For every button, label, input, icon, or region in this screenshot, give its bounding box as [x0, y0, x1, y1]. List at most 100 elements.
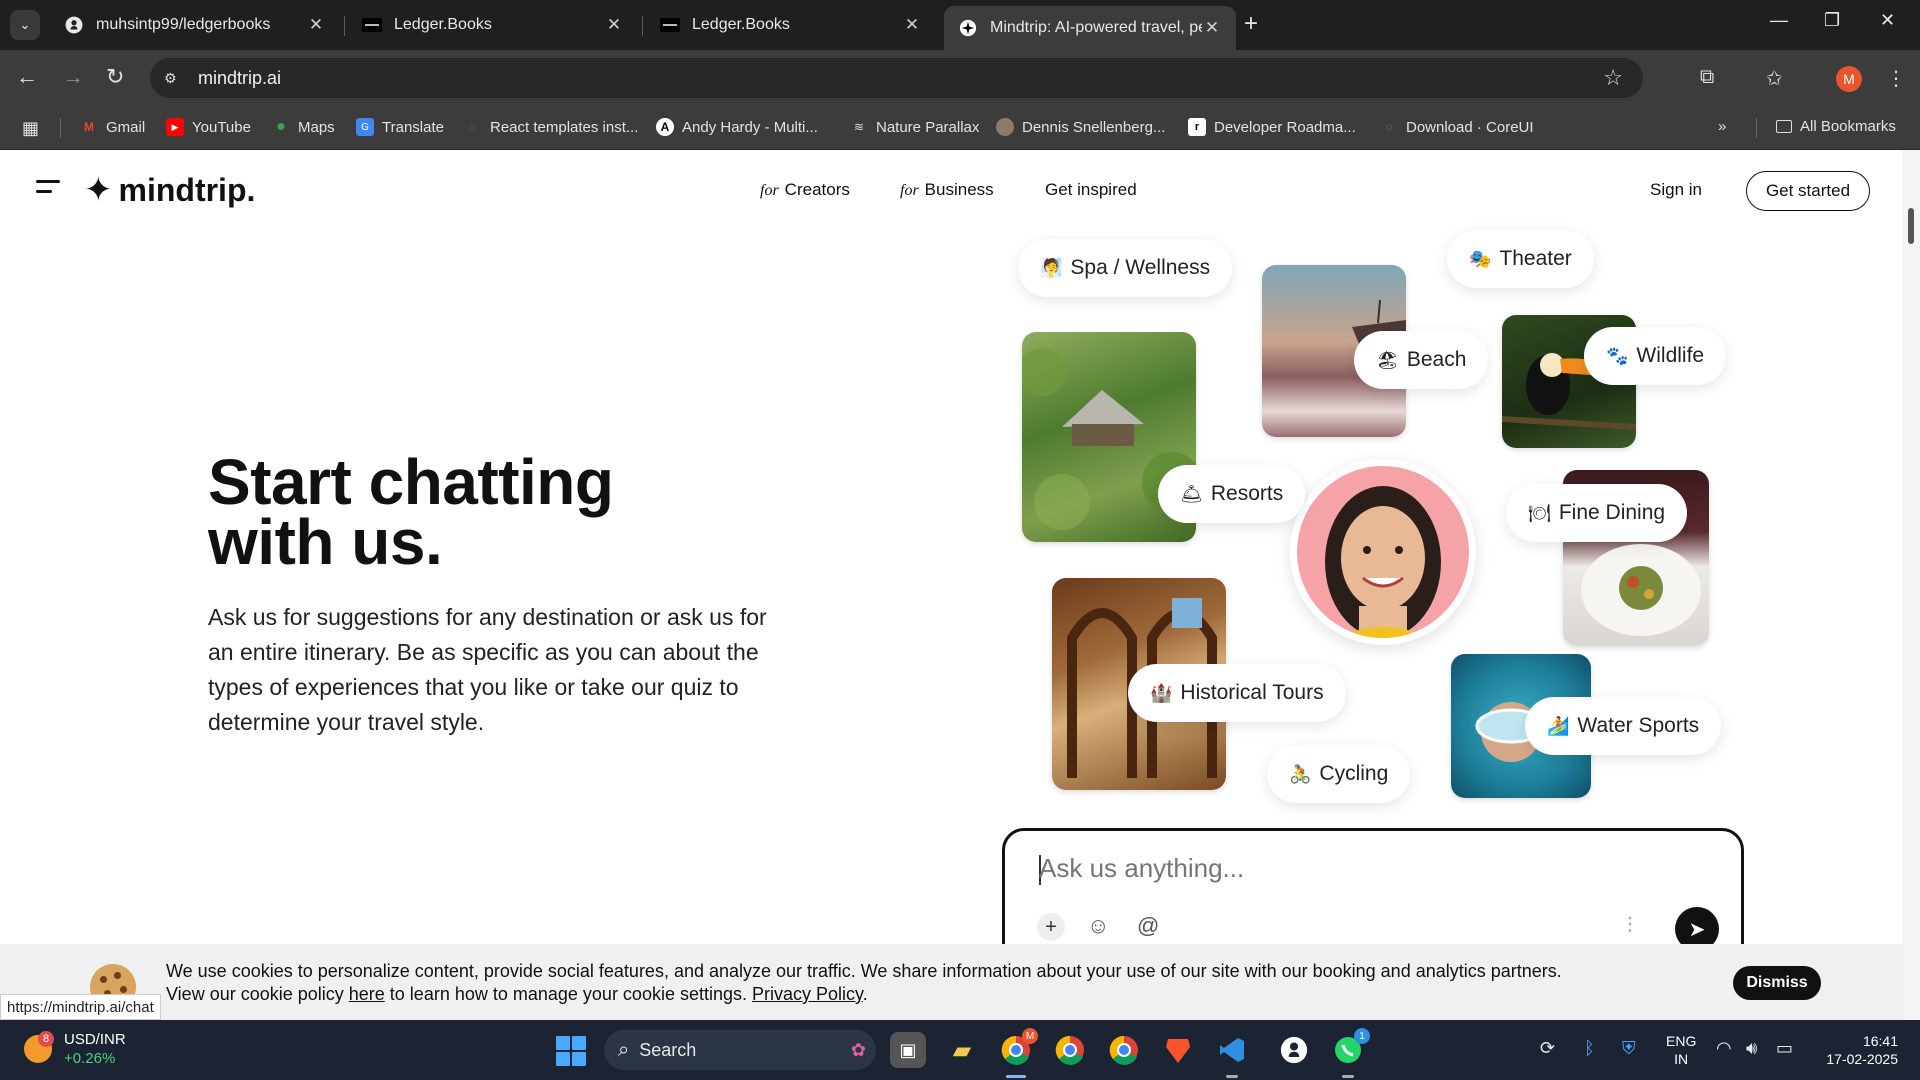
site-info-icon[interactable]: ⚙: [164, 70, 188, 87]
bluetooth-icon[interactable]: ᛒ: [1584, 1038, 1595, 1059]
apps-grid-icon[interactable]: ▦: [22, 118, 39, 139]
bookmark-react-templates[interactable]: ◌ React templates inst...: [464, 118, 638, 136]
hero-title: Start chatting with us.: [208, 450, 614, 574]
bookmarks-manager-icon[interactable]: ✩: [1766, 66, 1783, 91]
chrome-profile-icon[interactable]: M: [998, 1028, 1038, 1068]
nav-business[interactable]: for Business: [900, 180, 994, 200]
bookmark-dennis[interactable]: Dennis Snellenberg...: [996, 118, 1165, 136]
bookmark-star-icon[interactable]: ☆: [1603, 65, 1623, 91]
category-pill-cycling[interactable]: 🚴 Cycling: [1267, 745, 1411, 803]
category-pill-resorts[interactable]: 🛎 Resorts: [1158, 465, 1306, 523]
vscode-icon[interactable]: [1214, 1032, 1250, 1068]
cookie-policy-link[interactable]: here: [349, 984, 385, 1004]
bookmark-developer-roadmap[interactable]: r Developer Roadma...: [1188, 118, 1356, 136]
file-explorer-icon[interactable]: ▰: [944, 1032, 980, 1068]
minimize-icon[interactable]: —: [1770, 10, 1788, 31]
chrome-icon[interactable]: [1052, 1032, 1088, 1068]
tab-github[interactable]: muhsintp99/ledgerbooks ✕: [50, 6, 340, 44]
tab-ledger-2[interactable]: Ledger.Books ✕: [646, 6, 936, 44]
category-pill-water-sports[interactable]: 🏄 Water Sports: [1525, 697, 1722, 755]
active-app-indicator: [1006, 1075, 1026, 1078]
category-pill-spa-wellness[interactable]: 🧖 Spa / Wellness: [1018, 239, 1233, 297]
tab-ledger-1[interactable]: Ledger.Books ✕: [348, 6, 638, 44]
dismiss-button[interactable]: Dismiss: [1733, 966, 1821, 1000]
bookmark-label: Download · CoreUI: [1406, 118, 1534, 136]
bookmark-maps[interactable]: ● Maps: [272, 118, 335, 136]
extensions-icon[interactable]: ⧉: [1700, 66, 1714, 89]
brave-icon[interactable]: [1160, 1032, 1196, 1068]
add-attachment-icon[interactable]: +: [1037, 913, 1065, 941]
currency-widget[interactable]: 8 USD/INR +0.26%: [24, 1030, 126, 1068]
browser-toolbar: ← → ↻ ⚙ mindtrip.ai ☆ ⧉ ✩ M ⋮: [0, 50, 1920, 108]
privacy-policy-link[interactable]: Privacy Policy: [752, 984, 863, 1004]
nav-label: Creators: [784, 180, 850, 199]
url-text[interactable]: mindtrip.ai: [198, 68, 281, 89]
restore-icon[interactable]: ❐: [1824, 10, 1840, 31]
windows-start-icon[interactable]: [556, 1036, 586, 1066]
close-icon[interactable]: ✕: [902, 15, 922, 35]
sync-icon[interactable]: ⟳: [1540, 1038, 1555, 1059]
back-icon[interactable]: ←: [16, 64, 38, 90]
category-pill-historical-tours[interactable]: 🏰 Historical Tours: [1128, 664, 1346, 722]
bookmark-coreui[interactable]: ◌ Download · CoreUI: [1380, 118, 1534, 136]
task-view-icon[interactable]: ▣: [890, 1032, 926, 1068]
cookie-line: We use cookies to personalize content, p…: [166, 961, 1562, 981]
bookmark-translate[interactable]: G Translate: [356, 118, 444, 136]
ledger-icon: [362, 15, 382, 35]
security-shield-icon[interactable]: ⛨: [1622, 1038, 1636, 1059]
mention-icon[interactable]: @: [1137, 913, 1159, 939]
menu-kebab-icon[interactable]: ⋮: [1886, 66, 1906, 91]
bookmark-nature-parallax[interactable]: ≋ Nature Parallax: [850, 118, 979, 136]
search-label: Search: [639, 1039, 697, 1060]
address-bar[interactable]: ⚙ mindtrip.ai ☆: [150, 58, 1643, 98]
close-icon[interactable]: ✕: [1202, 18, 1222, 38]
forward-icon[interactable]: →: [62, 64, 84, 90]
github-icon: [64, 15, 84, 35]
spa-icon: 🧖: [1040, 257, 1063, 278]
chat-input[interactable]: [1039, 853, 1639, 884]
sign-in-link[interactable]: Sign in: [1650, 180, 1702, 200]
chrome-icon[interactable]: [1106, 1032, 1142, 1068]
window-close-icon[interactable]: ✕: [1880, 10, 1895, 31]
new-tab-button[interactable]: +: [1244, 12, 1258, 36]
coreui-icon: ◌: [1385, 120, 1393, 134]
bookmarks-overflow-icon[interactable]: »: [1718, 118, 1726, 135]
voice-waveform-icon[interactable]: ⫶: [1627, 913, 1633, 939]
bookmark-separator: [1756, 118, 1757, 138]
github-desktop-icon[interactable]: [1276, 1032, 1312, 1068]
mindtrip-logo[interactable]: ✦ mindtrip.: [84, 170, 255, 210]
bookmark-gmail[interactable]: M Gmail: [80, 118, 145, 136]
globe-icon: ◌: [469, 120, 477, 134]
tab-mindtrip[interactable]: Mindtrip: AI-powered travel, pe ✕: [944, 6, 1236, 50]
bellhop-bell-icon: 🛎: [1180, 483, 1203, 504]
tab-search-button[interactable]: ⌄: [10, 10, 40, 40]
close-icon[interactable]: ✕: [604, 15, 624, 35]
nav-creators[interactable]: for Creators: [760, 180, 850, 200]
bookmark-label: Translate: [382, 118, 444, 136]
nav-get-inspired[interactable]: Get inspired: [1045, 180, 1137, 200]
category-pill-wildlife[interactable]: 🐾 Wildlife: [1584, 327, 1727, 385]
category-pill-beach[interactable]: 🏖 Beach: [1354, 331, 1489, 389]
whatsapp-icon[interactable]: 1: [1330, 1028, 1370, 1068]
taskbar-search[interactable]: ⌕ Search ✿: [604, 1030, 876, 1070]
category-label: Fine Dining: [1558, 501, 1666, 524]
bookmark-youtube[interactable]: ▶ YouTube: [166, 118, 251, 136]
wifi-icon[interactable]: ◠: [1716, 1038, 1732, 1059]
language-indicator[interactable]: ENG IN: [1666, 1032, 1696, 1068]
category-pill-theater[interactable]: 🎭 Theater: [1447, 230, 1594, 288]
scrollbar-thumb[interactable]: [1908, 208, 1914, 244]
volume-icon[interactable]: 🔊︎: [1746, 1038, 1757, 1059]
all-bookmarks[interactable]: All Bookmarks: [1776, 118, 1896, 135]
get-started-button[interactable]: Get started: [1746, 171, 1870, 211]
page-scrollbar[interactable]: [1902, 150, 1920, 1020]
bookmark-andy-hardy[interactable]: A Andy Hardy - Multi...: [656, 118, 818, 136]
profile-avatar[interactable]: M: [1836, 66, 1862, 92]
reload-icon[interactable]: ↻: [106, 64, 124, 90]
emoji-icon[interactable]: ☺: [1087, 913, 1109, 939]
close-icon[interactable]: ✕: [306, 15, 326, 35]
battery-icon[interactable]: ▭: [1776, 1038, 1793, 1059]
menu-hamburger-icon[interactable]: [36, 180, 60, 200]
system-clock[interactable]: 16:41 17-02-2025: [1818, 1032, 1898, 1068]
bookmark-label: React templates inst...: [490, 118, 639, 136]
category-pill-fine-dining[interactable]: 🍽 Fine Dining: [1506, 484, 1688, 542]
